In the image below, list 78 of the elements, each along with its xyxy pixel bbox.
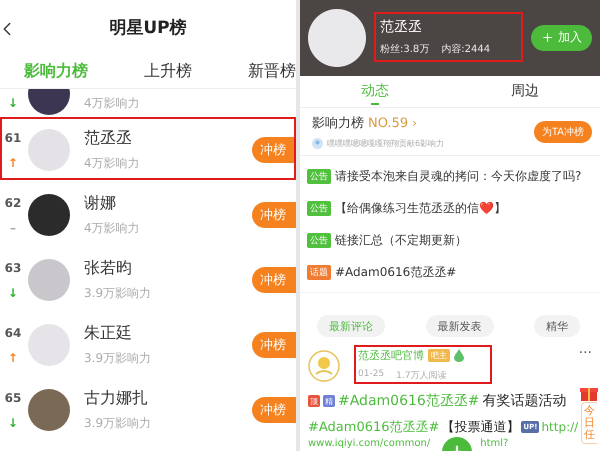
- notice-link[interactable]: 链接汇总（不定期更新）: [335, 232, 467, 248]
- trend-arrow: –: [10, 222, 16, 234]
- tab[interactable]: 上升榜: [144, 61, 192, 82]
- trend-arrow: ↑: [8, 156, 18, 168]
- avatar: [28, 324, 70, 366]
- star-name: 谢娜: [84, 192, 117, 214]
- tab[interactable]: 动态: [361, 82, 389, 100]
- url-link[interactable]: www.iqiyi.com/common/: [308, 438, 430, 449]
- post-title: 有奖话题活动: [482, 392, 567, 410]
- trend-arrow: ↓: [8, 416, 18, 428]
- read-count: 1.7万人阅读: [396, 370, 446, 382]
- notice-link[interactable]: #Adam0616范丞丞#: [335, 264, 456, 280]
- boost-button[interactable]: 冲榜: [252, 396, 296, 422]
- tab[interactable]: 周边: [511, 82, 539, 100]
- post-date: 01-25: [358, 369, 384, 381]
- more-menu[interactable]: ···: [578, 345, 592, 361]
- rank-number: 65: [4, 390, 22, 404]
- boost-button[interactable]: 冲榜: [252, 136, 296, 162]
- star-name: 古力娜扎: [84, 388, 149, 408]
- star-name: 张若昀: [84, 258, 133, 278]
- tab-indicator: [371, 103, 379, 105]
- influence-count: 3.9万影响力: [84, 414, 152, 432]
- avatar: [28, 128, 70, 170]
- notice-tag: 公告: [307, 168, 331, 184]
- chevron[interactable]: ›: [412, 116, 417, 130]
- user-icon: [312, 138, 323, 149]
- avatar: [28, 194, 70, 236]
- star-name: 朱正廷: [84, 322, 133, 344]
- url-link[interactable]: http://: [541, 420, 578, 434]
- tab[interactable]: 新晋榜: [248, 61, 296, 82]
- notice-tag: 公告: [307, 232, 331, 248]
- influence-count: 4万影响力: [84, 154, 141, 172]
- rank-number: 63: [4, 260, 22, 274]
- boost-button[interactable]: 冲榜: [252, 266, 296, 292]
- post-tag: 精: [323, 395, 335, 407]
- contributor-text: 嘿嘿嘿嗯嗯嘎嘎翔翔贡献6影响力: [327, 138, 444, 149]
- notice-link[interactable]: 请接受本泡来自灵魂的拷问：今天你虚度了吗?: [335, 168, 582, 184]
- role-badge: 吧主: [428, 349, 450, 362]
- boost-button[interactable]: 冲榜: [252, 332, 296, 358]
- drop-icon: [454, 349, 464, 362]
- author-name[interactable]: 范丞丞吧官博: [358, 348, 424, 363]
- avatar: [28, 258, 70, 300]
- post-tag: 顶: [308, 395, 320, 407]
- influence-count: 4万影响力: [84, 94, 141, 112]
- ranking-number[interactable]: NO.59: [368, 116, 408, 131]
- influence-count: 4万影响力: [84, 220, 141, 236]
- rank-number: 61: [4, 130, 22, 144]
- page-title: 明星UP榜: [109, 17, 187, 39]
- filter-tab[interactable]: 精华: [534, 315, 580, 337]
- logo-icon: [308, 350, 340, 382]
- tab[interactable]: 影响力榜: [24, 61, 88, 82]
- profile-name: 范丞丞: [380, 18, 423, 36]
- fans-count: 粉丝:3.8万: [380, 42, 430, 56]
- daily-task-tab[interactable]: 今日任: [581, 402, 597, 444]
- rank-number: 64: [4, 326, 22, 340]
- plus-icon: [541, 31, 554, 44]
- influence-count: 3.9万影响力: [84, 350, 152, 366]
- trend-arrow: ↓: [8, 286, 18, 298]
- url-link[interactable]: html?: [480, 438, 508, 449]
- content-count: 内容:2444: [441, 42, 490, 56]
- filter-tab[interactable]: 最新评论: [317, 315, 385, 337]
- join-button[interactable]: 加入: [531, 24, 592, 51]
- avatar: [28, 388, 70, 430]
- boost-button[interactable]: 为TA冲榜: [534, 120, 592, 142]
- hashtag-link[interactable]: #Adam0616范丞丞#: [338, 392, 480, 410]
- trend-arrow: ↓: [8, 97, 18, 109]
- ranking-label: 影响力榜: [312, 115, 364, 132]
- star-name: 范丞丞: [84, 128, 133, 148]
- filter-tab[interactable]: 最新发表: [426, 315, 494, 337]
- notice-link[interactable]: 【给偶像练习生范丞丞的信❤】: [335, 200, 506, 216]
- notice-tag: 话题: [307, 264, 331, 280]
- hashtag-link[interactable]: #Adam0616范丞丞#: [308, 418, 440, 436]
- trend-arrow: ↑: [8, 352, 18, 364]
- post-text: 【投票通道】: [441, 419, 520, 436]
- boost-button[interactable]: 冲榜: [252, 202, 296, 228]
- rank-number: 62: [4, 196, 22, 210]
- notice-tag: 公告: [307, 200, 331, 216]
- influence-count: 3.9万影响力: [84, 284, 152, 302]
